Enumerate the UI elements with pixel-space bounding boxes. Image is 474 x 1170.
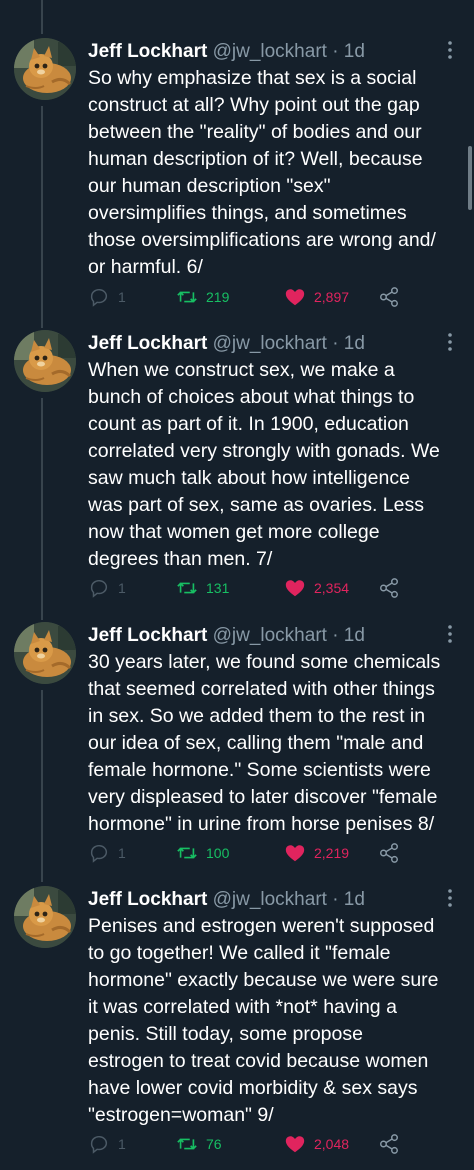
more-options-icon[interactable] bbox=[446, 888, 454, 908]
tweet-time[interactable]: · 1d bbox=[332, 41, 365, 62]
retweet-count: 219 bbox=[206, 289, 230, 305]
author-handle[interactable]: @jw_lockhart bbox=[213, 625, 327, 646]
like-count: 2,897 bbox=[314, 289, 350, 305]
tweet-text: So why emphasize that sex is a social co… bbox=[88, 67, 436, 278]
avatar[interactable] bbox=[14, 38, 76, 100]
more-options-icon[interactable] bbox=[446, 624, 454, 644]
tweet-actions: 1 76 2,048 bbox=[88, 1133, 408, 1155]
retweet-icon bbox=[177, 291, 197, 303]
reply-button[interactable]: 1 bbox=[88, 286, 126, 308]
like-button[interactable]: 2,048 bbox=[284, 1133, 349, 1155]
tweet-header: Jeff Lockhart @jw_lockhart · 1d bbox=[88, 888, 365, 912]
more-options-icon[interactable] bbox=[446, 332, 454, 352]
heart-icon bbox=[285, 1136, 305, 1153]
reply-icon bbox=[90, 579, 108, 598]
retweet-button[interactable]: 100 bbox=[176, 842, 229, 864]
share-icon bbox=[380, 578, 398, 598]
like-count: 2,354 bbox=[314, 580, 350, 596]
retweet-button[interactable]: 131 bbox=[176, 577, 229, 599]
tweet-header: Jeff Lockhart @jw_lockhart · 1d bbox=[88, 624, 365, 648]
tweet-header: Jeff Lockhart @jw_lockhart · 1d bbox=[88, 40, 365, 64]
retweet-count: 100 bbox=[206, 845, 230, 861]
like-count: 2,219 bbox=[314, 845, 350, 861]
tweet-time[interactable]: · 1d bbox=[332, 625, 365, 646]
reply-button[interactable]: 1 bbox=[88, 577, 126, 599]
more-options-icon[interactable] bbox=[446, 40, 454, 60]
reply-button[interactable]: 1 bbox=[88, 1133, 126, 1155]
retweet-button[interactable]: 76 bbox=[176, 1133, 222, 1155]
tweet-text: 30 years later, we found some chemicals … bbox=[88, 651, 441, 835]
tweet-text: When we construct sex, we make a bunch o… bbox=[88, 359, 440, 570]
retweet-icon bbox=[177, 1138, 197, 1150]
author-name[interactable]: Jeff Lockhart bbox=[88, 333, 207, 354]
like-count: 2,048 bbox=[314, 1136, 350, 1152]
author-name[interactable]: Jeff Lockhart bbox=[88, 625, 207, 646]
share-button[interactable] bbox=[378, 842, 400, 864]
author-handle[interactable]: @jw_lockhart bbox=[213, 41, 327, 62]
reply-count: 1 bbox=[118, 580, 126, 596]
share-icon bbox=[380, 843, 398, 863]
tweet[interactable]: Jeff Lockhart @jw_lockhart · 1d So why e… bbox=[0, 38, 474, 308]
share-icon bbox=[380, 287, 398, 307]
share-icon bbox=[380, 1134, 398, 1154]
tweet-actions: 1 131 2,354 bbox=[88, 577, 408, 599]
reply-count: 1 bbox=[118, 1136, 126, 1152]
tweet-time[interactable]: · 1d bbox=[332, 889, 365, 910]
author-handle[interactable]: @jw_lockhart bbox=[213, 889, 327, 910]
share-button[interactable] bbox=[378, 1133, 400, 1155]
reply-icon bbox=[90, 288, 108, 307]
avatar[interactable] bbox=[14, 622, 76, 684]
thread-connector-top bbox=[41, 0, 43, 34]
tweet[interactable]: Jeff Lockhart @jw_lockhart · 1d When we … bbox=[0, 330, 474, 600]
tweet-time[interactable]: · 1d bbox=[332, 333, 365, 354]
reply-icon bbox=[90, 844, 108, 863]
reply-count: 1 bbox=[118, 845, 126, 861]
heart-icon bbox=[285, 845, 305, 862]
retweet-button[interactable]: 219 bbox=[176, 286, 229, 308]
author-name[interactable]: Jeff Lockhart bbox=[88, 41, 207, 62]
heart-icon bbox=[285, 289, 305, 306]
reply-button[interactable]: 1 bbox=[88, 842, 126, 864]
retweet-icon bbox=[177, 582, 197, 594]
tweet[interactable]: Jeff Lockhart @jw_lockhart · 1d 30 years… bbox=[0, 622, 474, 872]
retweet-count: 131 bbox=[206, 580, 230, 596]
heart-icon bbox=[285, 580, 305, 597]
author-name[interactable]: Jeff Lockhart bbox=[88, 889, 207, 910]
retweet-icon bbox=[177, 847, 197, 859]
share-button[interactable] bbox=[378, 577, 400, 599]
tweet-header: Jeff Lockhart @jw_lockhart · 1d bbox=[88, 332, 365, 356]
tweet[interactable]: Jeff Lockhart @jw_lockhart · 1d Penises … bbox=[0, 886, 474, 1156]
retweet-count: 76 bbox=[206, 1136, 222, 1152]
reply-count: 1 bbox=[118, 289, 126, 305]
author-handle[interactable]: @jw_lockhart bbox=[213, 333, 327, 354]
avatar[interactable] bbox=[14, 330, 76, 392]
like-button[interactable]: 2,354 bbox=[284, 577, 349, 599]
tweet-actions: 1 100 2,219 bbox=[88, 842, 408, 864]
tweet-text: Penises and estrogen weren't supposed to… bbox=[88, 915, 439, 1126]
like-button[interactable]: 2,219 bbox=[284, 842, 349, 864]
like-button[interactable]: 2,897 bbox=[284, 286, 349, 308]
avatar[interactable] bbox=[14, 886, 76, 948]
tweet-actions: 1 219 2,897 bbox=[88, 286, 408, 308]
share-button[interactable] bbox=[378, 286, 400, 308]
reply-icon bbox=[90, 1135, 108, 1154]
